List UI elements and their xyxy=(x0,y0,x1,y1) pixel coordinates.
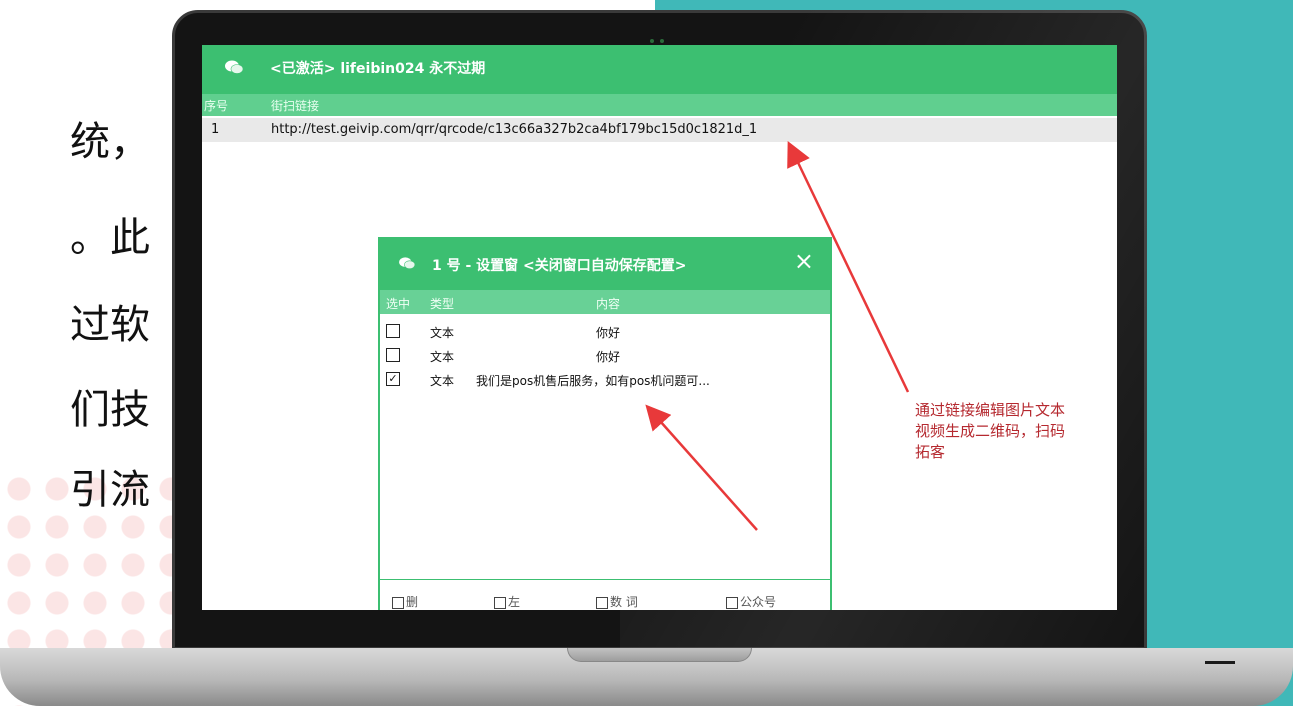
dialog-title: 1 号 - 设置窗 <关闭窗口自动保存配置> xyxy=(432,258,687,274)
slide-text-line: 们技 xyxy=(70,387,150,433)
slide-text-line: 统， xyxy=(70,119,150,165)
slide-text-line: 。此 xyxy=(70,215,150,261)
list-item[interactable]: ✓ 文本 我们是pos机售后服务，如有pos机问题可... xyxy=(380,369,830,391)
row-content: 我们是pos机售后服务，如有pos机问题可... xyxy=(476,374,710,388)
checkbox-icon[interactable] xyxy=(726,596,738,609)
column-header-link: 街扫链接 xyxy=(271,99,320,113)
annotation-text: 通过链接编辑图片文本 视频生成二维码，扫码 拓客 xyxy=(915,400,1115,463)
footer-checkbox-word[interactable]: 数 词 xyxy=(596,593,638,610)
footer-checkbox-left[interactable]: 左 xyxy=(494,593,520,610)
footer-checkbox-delete[interactable]: 删 xyxy=(392,593,418,610)
table-row[interactable]: 1 http://test.geivip.com/qrr/qrcode/c13c… xyxy=(202,118,1117,142)
laptop-indicator xyxy=(1205,661,1235,664)
column-header-index: 序号 xyxy=(204,99,229,113)
app-title: <已激活> lifeibin024 永不过期 xyxy=(270,61,486,77)
slide-text-line: 过软 xyxy=(70,302,150,348)
row-checkbox[interactable] xyxy=(386,324,400,338)
annotation-line: 通过链接编辑图片文本 xyxy=(915,401,1066,419)
dialog-table-header: 选中 类型 内容 xyxy=(380,290,830,314)
row-checkbox[interactable]: ✓ xyxy=(386,372,400,386)
row-link[interactable]: http://test.geivip.com/qrr/qrcode/c13c66… xyxy=(271,122,757,137)
settings-dialog: 1 号 - 设置窗 <关闭窗口自动保存配置> × 选中 类型 内容 文本 你好 … xyxy=(378,237,832,610)
annotation-line: 拓客 xyxy=(915,443,946,461)
dialog-titlebar: 1 号 - 设置窗 <关闭窗口自动保存配置> × xyxy=(380,239,830,290)
column-header-type: 类型 xyxy=(430,297,455,311)
row-type: 文本 xyxy=(430,350,455,364)
footer-label: 左 xyxy=(508,595,521,609)
slide-left-text: 统， 。此 过软 们技 引流 xyxy=(0,0,150,706)
row-type: 文本 xyxy=(430,374,455,388)
footer-checkbox-official[interactable]: 公众号 xyxy=(726,593,776,610)
dialog-divider xyxy=(380,579,830,580)
list-item[interactable]: 文本 你好 xyxy=(380,345,830,367)
close-icon[interactable]: × xyxy=(794,249,814,273)
table-header: 序号 街扫链接 xyxy=(202,94,1117,116)
app-titlebar: <已激活> lifeibin024 永不过期 xyxy=(202,45,1117,94)
webcam-icon xyxy=(650,28,670,43)
footer-label: 删 xyxy=(406,595,419,609)
column-header-selected: 选中 xyxy=(386,297,411,311)
wechat-icon xyxy=(399,257,416,269)
laptop-opening-notch xyxy=(567,648,752,662)
row-type: 文本 xyxy=(430,326,455,340)
slide-text-line: 引流 xyxy=(70,467,150,513)
checkbox-icon[interactable] xyxy=(596,596,608,609)
row-index: 1 xyxy=(211,122,220,137)
row-content: 你好 xyxy=(596,326,621,340)
row-checkbox[interactable] xyxy=(386,348,400,362)
annotation-line: 视频生成二维码，扫码 xyxy=(915,422,1066,440)
checkbox-icon[interactable] xyxy=(494,596,506,609)
column-header-content: 内容 xyxy=(596,297,621,311)
checkbox-icon[interactable] xyxy=(392,596,404,609)
footer-label: 数 词 xyxy=(610,595,638,609)
laptop-screen: <已激活> lifeibin024 永不过期 序号 街扫链接 1 http://… xyxy=(202,45,1117,610)
row-content: 你好 xyxy=(596,350,621,364)
list-item[interactable]: 文本 你好 xyxy=(380,321,830,343)
wechat-icon xyxy=(225,60,244,74)
footer-label: 公众号 xyxy=(740,595,777,609)
